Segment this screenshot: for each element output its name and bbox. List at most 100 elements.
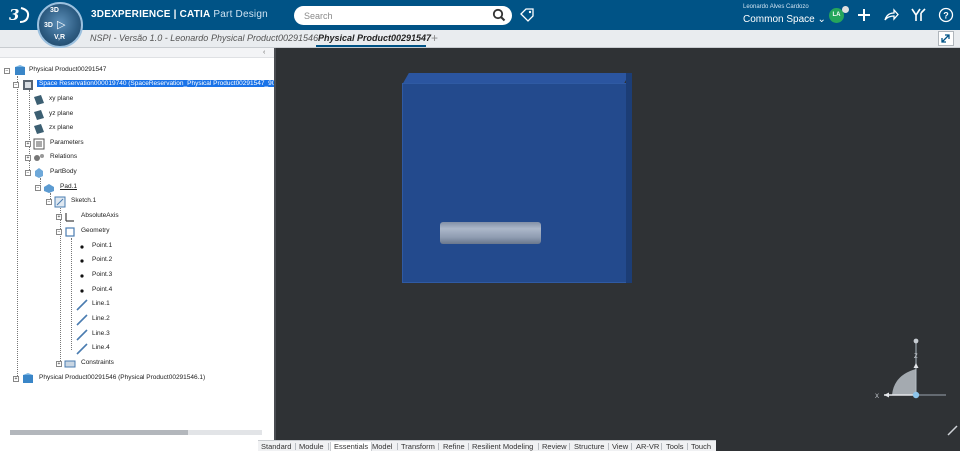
line-icon <box>76 343 88 355</box>
collapse-icon[interactable]: − <box>35 185 41 191</box>
user-name: Leonardo Alves Cardozo <box>743 4 809 10</box>
separator <box>295 443 296 450</box>
tab-transform[interactable]: Transform <box>401 442 435 451</box>
app-title: 3DEXPERIENCE | CATIA Part Design <box>91 9 268 20</box>
sketch-icon <box>54 196 66 208</box>
tab-structure[interactable]: Structure <box>574 442 604 451</box>
point-icon <box>80 289 84 293</box>
search-icon[interactable] <box>492 8 506 22</box>
plane-icon <box>34 124 44 134</box>
collaborative-space-selector[interactable]: Common Space ⌄ <box>743 14 826 25</box>
triad-plane-icon <box>892 369 916 395</box>
svg-text:?: ? <box>943 11 949 21</box>
separator <box>538 443 539 450</box>
point-icon <box>80 245 84 249</box>
document-tabs: NSPI - Versão 1.0 - Leonardo Physical Pr… <box>0 30 960 48</box>
tab-touch[interactable]: Touch <box>691 442 711 451</box>
expand-icon[interactable]: + <box>56 361 62 367</box>
axis-triad[interactable]: Z X <box>870 335 950 405</box>
point-icon <box>80 259 84 263</box>
tab-ar-vr[interactable]: AR-VR <box>636 442 659 451</box>
expand-icon <box>941 34 950 43</box>
collapse-icon[interactable]: − <box>46 199 52 205</box>
add-icon[interactable] <box>856 7 872 23</box>
expand-icon[interactable]: + <box>25 155 31 161</box>
line-icon <box>76 299 88 311</box>
separator <box>569 443 570 450</box>
tab-model[interactable]: Model <box>372 442 392 451</box>
relations-icon <box>34 154 44 161</box>
collapse-icon[interactable]: − <box>13 82 19 88</box>
tab-resilient-modeling[interactable]: Resilient Modeling <box>472 442 533 451</box>
line-icon <box>76 314 88 326</box>
tab-nspi[interactable]: NSPI - Versão 1.0 - Leonardo <box>90 33 208 43</box>
plane-icon <box>34 95 44 105</box>
compass-widget[interactable]: 3D 3D ▷ V,R <box>37 2 83 48</box>
svg-text:3: 3 <box>9 6 19 24</box>
separator <box>468 443 469 450</box>
fullscreen-button[interactable] <box>938 31 954 46</box>
box-side-face[interactable] <box>626 73 632 283</box>
tree-line <box>71 238 72 350</box>
geometry-icon <box>65 227 75 237</box>
triad-top-handle[interactable] <box>913 338 919 344</box>
tree-line <box>17 76 18 380</box>
tab-tools[interactable]: Tools <box>666 442 684 451</box>
active-tab-indicator <box>316 45 426 47</box>
collapse-icon[interactable]: − <box>4 68 10 74</box>
z-axis-label: Z <box>914 354 918 360</box>
physical-product-icon <box>23 373 33 383</box>
expand-icon[interactable]: + <box>56 214 62 220</box>
space-reservation-icon <box>23 80 33 90</box>
x-axis-label: X <box>875 394 879 400</box>
tab-view[interactable]: View <box>612 442 628 451</box>
constraints-icon <box>64 360 76 368</box>
tab-standard[interactable]: Standard <box>261 442 291 451</box>
share-icon[interactable] <box>883 7 899 23</box>
z-arrow-icon <box>913 363 919 368</box>
separator <box>438 443 439 450</box>
expand-icon[interactable]: + <box>25 141 31 147</box>
resize-handle-icon[interactable] <box>946 424 958 436</box>
collapse-icon[interactable]: − <box>25 170 31 176</box>
axis-icon <box>65 213 74 222</box>
triad-origin-handle[interactable] <box>912 391 920 399</box>
scrollbar-thumb[interactable] <box>10 430 188 435</box>
tab-product-00291546[interactable]: Physical Product00291546 <box>211 33 318 43</box>
collapse-icon[interactable]: − <box>56 229 62 235</box>
search-input[interactable] <box>294 6 512 25</box>
x-arrow-icon <box>884 392 889 398</box>
tab-refine[interactable]: Refine <box>443 442 465 451</box>
separator <box>608 443 609 450</box>
space-reservation-box[interactable] <box>402 83 628 283</box>
separator <box>631 443 632 450</box>
point-icon <box>80 274 84 278</box>
pad-cylinder[interactable] <box>440 222 541 244</box>
tag-icon[interactable] <box>520 8 534 22</box>
tab-product-00291547[interactable]: Physical Product00291547 <box>318 33 431 43</box>
dassault-logo-icon[interactable]: 3 <box>8 4 32 26</box>
separator <box>328 443 329 450</box>
line-icon <box>76 329 88 341</box>
separator <box>661 443 662 450</box>
apps-compass-icon[interactable] <box>910 7 926 23</box>
tab-review[interactable]: Review <box>542 442 567 451</box>
tree-line <box>29 90 30 174</box>
expand-icon[interactable]: + <box>13 376 19 382</box>
new-tab-button[interactable]: + <box>431 31 438 45</box>
collapse-panel-button[interactable]: ‹ <box>263 49 265 56</box>
separator <box>687 443 688 450</box>
tab-module[interactable]: Module <box>299 442 324 451</box>
play-icon: ▷ <box>57 19 66 31</box>
separator <box>397 443 398 450</box>
help-icon[interactable]: ? <box>938 7 954 23</box>
pad-icon <box>44 184 54 193</box>
top-bar: 3 3DEXPERIENCE | CATIA Part Design Leona… <box>0 0 960 30</box>
tab-essentials[interactable]: Essentials <box>330 442 373 451</box>
chevron-down-icon: ⌄ <box>817 14 826 25</box>
parameters-icon <box>33 138 45 150</box>
notification-badge <box>842 6 849 13</box>
action-bar: Standard Module Essentials Model Transfo… <box>258 440 716 451</box>
physical-product-icon <box>15 65 25 75</box>
partbody-icon <box>35 168 43 178</box>
